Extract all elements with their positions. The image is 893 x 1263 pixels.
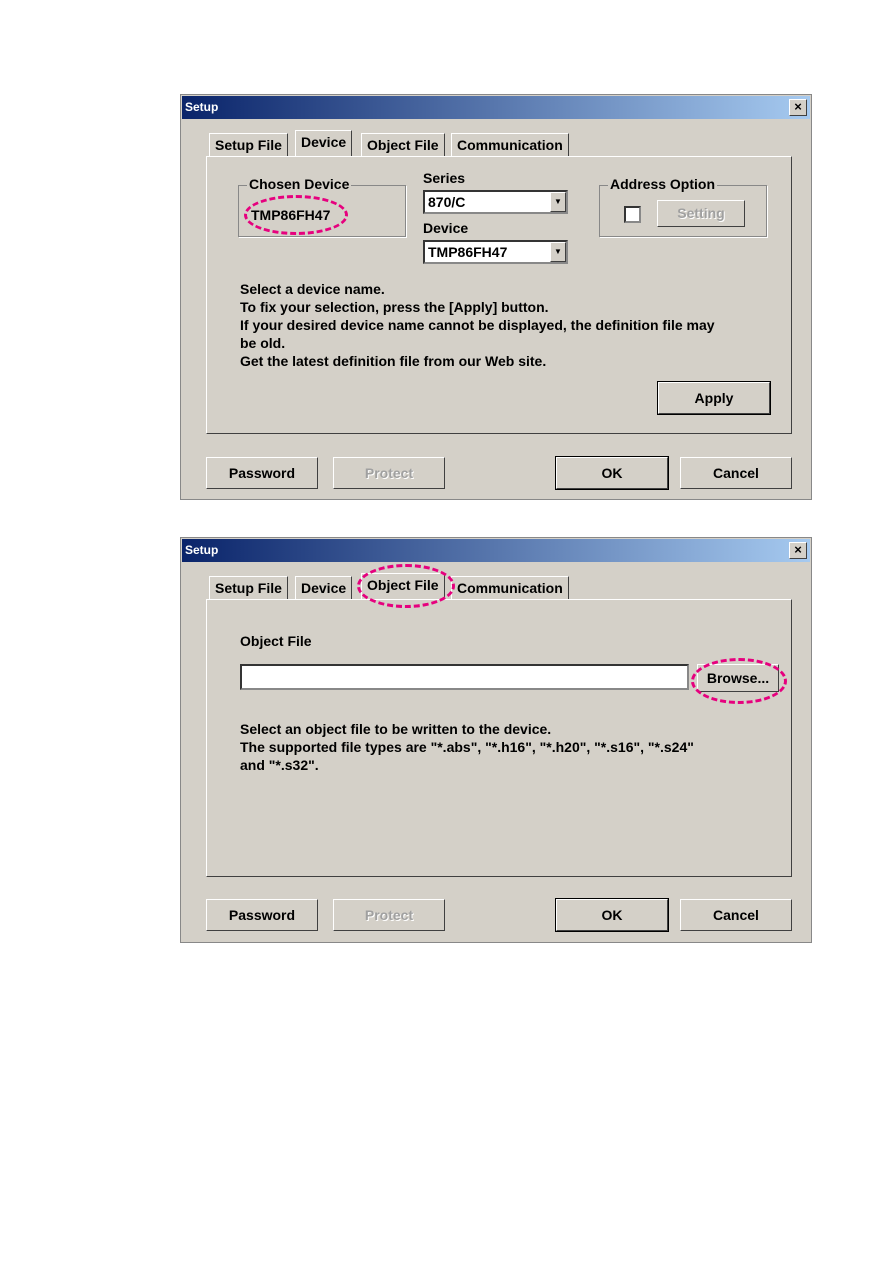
chevron-down-icon[interactable]: ▼ (550, 242, 566, 262)
highlight-ring (244, 195, 348, 235)
instructions: Select a device name. To fix your select… (240, 280, 715, 370)
tab-communication[interactable]: Communication (451, 576, 569, 600)
instruction-line: Select a device name. (240, 281, 385, 297)
instructions: Select an object file to be written to t… (240, 720, 694, 774)
instruction-line: and "*.s32". (240, 757, 319, 773)
close-icon[interactable]: × (789, 542, 807, 559)
instruction-line: be old. (240, 335, 286, 351)
tab-communication[interactable]: Communication (451, 133, 569, 157)
ok-button[interactable]: OK (555, 898, 669, 932)
instruction-line: Get the latest definition file from our … (240, 353, 547, 369)
password-button[interactable]: Password (206, 457, 318, 489)
cancel-button[interactable]: Cancel (680, 899, 792, 931)
setting-button[interactable]: Setting (657, 200, 745, 227)
chevron-down-icon[interactable]: ▼ (550, 192, 566, 212)
tab-setup-file[interactable]: Setup File (209, 133, 288, 157)
tab-device[interactable]: Device (295, 576, 353, 600)
tab-device[interactable]: Device (295, 130, 353, 156)
device-label: Device (423, 220, 469, 236)
setup-dialog-device: Setup × Setup File Device Object File Co… (180, 94, 812, 500)
highlight-ring (357, 564, 455, 608)
highlight-ring (691, 658, 787, 704)
apply-button[interactable]: Apply (657, 381, 771, 415)
protect-button[interactable]: Protect (333, 457, 445, 489)
tab-setup-file[interactable]: Setup File (209, 576, 288, 600)
setup-dialog-object-file: Setup × Setup File Device Object File Co… (180, 537, 812, 943)
instruction-line: To fix your selection, press the [Apply]… (240, 299, 549, 315)
series-label: Series (423, 170, 466, 186)
dialog-title: Setup (185, 100, 219, 114)
dialog-title: Setup (185, 543, 219, 557)
cancel-button[interactable]: Cancel (680, 457, 792, 489)
tab-panel: Object File Browse... Select an object f… (206, 599, 792, 877)
device-select[interactable]: TMP86FH47 ▼ (423, 240, 568, 264)
title-bar: Setup × (182, 96, 810, 119)
ok-button[interactable]: OK (555, 456, 669, 490)
object-file-input[interactable] (240, 664, 689, 690)
title-bar: Setup × (182, 539, 810, 562)
instruction-line: Select an object file to be written to t… (240, 721, 552, 737)
instruction-line: The supported file types are "*.abs", "*… (240, 739, 694, 755)
address-option-label: Address Option (608, 176, 718, 192)
tab-object-file[interactable]: Object File (361, 133, 445, 157)
address-option-checkbox[interactable] (624, 206, 641, 223)
chosen-device-label: Chosen Device (247, 176, 352, 192)
password-button[interactable]: Password (206, 899, 318, 931)
object-file-label: Object File (240, 633, 312, 649)
address-option-group: Address Option Setting (599, 176, 767, 237)
device-value: TMP86FH47 (428, 244, 508, 260)
instruction-line: If your desired device name cannot be di… (240, 317, 715, 333)
protect-button[interactable]: Protect (333, 899, 445, 931)
series-value: 870/C (428, 194, 466, 210)
series-select[interactable]: 870/C ▼ (423, 190, 568, 214)
close-icon[interactable]: × (789, 99, 807, 116)
